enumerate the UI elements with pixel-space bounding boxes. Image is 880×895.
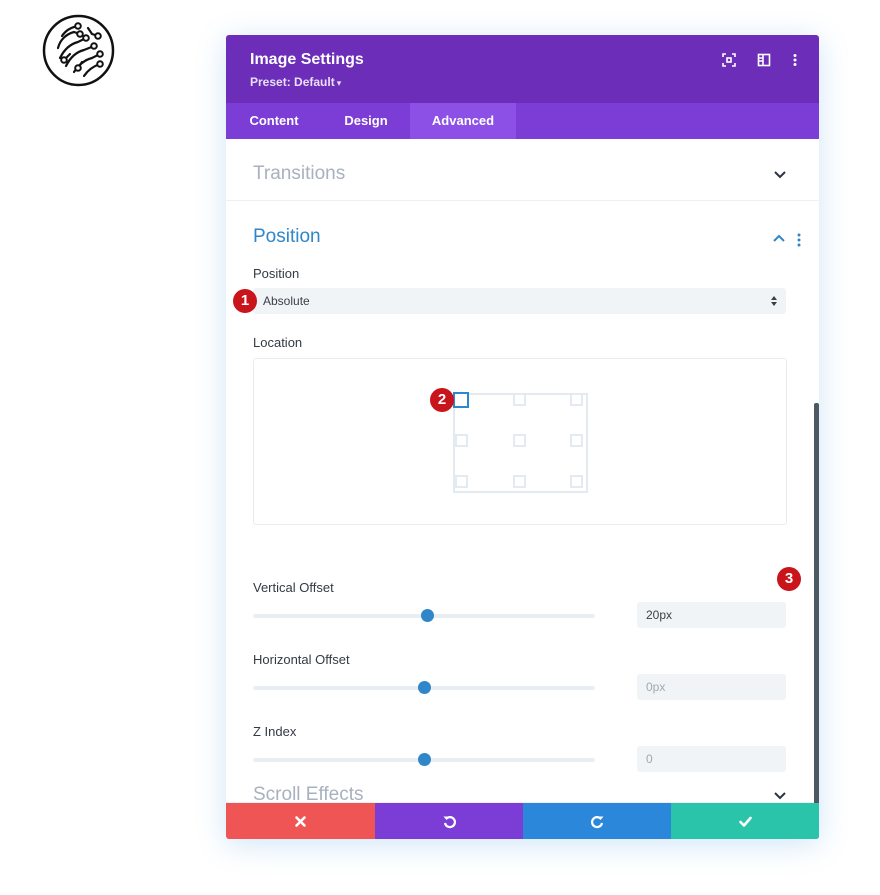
modal-footer — [226, 803, 819, 839]
fullscreen-icon[interactable] — [721, 52, 737, 68]
close-icon — [295, 815, 306, 827]
z-index-label: Z Index — [253, 724, 297, 739]
z-index-slider-thumb[interactable] — [418, 753, 431, 766]
z-index-input[interactable] — [637, 746, 786, 772]
save-button[interactable] — [671, 803, 819, 839]
location-center-left[interactable] — [455, 434, 468, 447]
section-position-title[interactable]: Position — [253, 226, 321, 248]
location-bottom-right[interactable] — [570, 475, 583, 488]
modal-title: Image Settings — [250, 51, 364, 68]
chevron-down-icon[interactable] — [773, 170, 787, 180]
vertical-offset-slider[interactable] — [253, 609, 595, 622]
settings-tabs: Content Design Advanced — [226, 103, 819, 139]
horizontal-offset-label: Horizontal Offset — [253, 652, 350, 667]
section-transitions-title[interactable]: Transitions — [253, 163, 345, 185]
undo-icon — [443, 815, 456, 828]
location-center-right[interactable] — [570, 434, 583, 447]
location-label: Location — [253, 335, 303, 350]
location-top-right[interactable] — [570, 393, 583, 406]
vertical-offset-slider-thumb[interactable] — [421, 609, 435, 622]
caret-down-icon: ▾ — [336, 78, 342, 88]
redo-icon — [590, 815, 603, 828]
vertical-offset-label: Vertical Offset — [253, 580, 334, 595]
modal-header: Image Settings Preset: Default ▾ — [226, 35, 819, 103]
annotation-badge-2: 2 — [430, 388, 454, 412]
image-settings-modal: Image Settings Preset: Default ▾ Content … — [226, 35, 819, 839]
sidebar-layout-icon[interactable] — [756, 52, 772, 68]
settings-content: Transitions Position Position Absolute L… — [226, 139, 819, 839]
location-center[interactable] — [513, 434, 526, 447]
preset-label: Preset: Default — [250, 75, 335, 89]
horizontal-offset-input[interactable] — [637, 674, 786, 700]
checkmark-icon — [738, 816, 752, 827]
chevron-up-icon[interactable] — [772, 233, 786, 243]
location-top-left[interactable] — [453, 392, 469, 408]
horizontal-offset-slider[interactable] — [253, 681, 595, 694]
location-top-center[interactable] — [513, 393, 526, 406]
z-index-slider[interactable] — [253, 753, 595, 766]
location-bottom-center[interactable] — [513, 475, 526, 488]
redo-button[interactable] — [523, 803, 671, 839]
position-label: Position — [253, 266, 300, 281]
section-divider — [226, 200, 819, 201]
annotation-badge-1: 1 — [233, 289, 257, 313]
chevron-down-icon[interactable] — [773, 791, 787, 801]
position-select-value: Absolute — [263, 294, 310, 308]
brain-circuit-logo-icon — [42, 14, 115, 87]
select-arrows-icon — [771, 296, 777, 306]
position-select[interactable]: Absolute — [253, 288, 786, 314]
tab-design[interactable]: Design — [322, 103, 410, 139]
cancel-button[interactable] — [226, 803, 375, 839]
section-options-icon[interactable] — [797, 233, 801, 247]
horizontal-offset-slider-thumb[interactable] — [418, 681, 431, 694]
location-picker — [253, 358, 787, 525]
vertical-offset-input[interactable] — [637, 602, 786, 628]
more-options-icon[interactable] — [787, 52, 803, 68]
annotation-badge-3: 3 — [777, 567, 801, 591]
content-scrollbar[interactable] — [814, 403, 819, 839]
preset-selector[interactable]: Preset: Default ▾ — [250, 75, 341, 89]
tab-advanced[interactable]: Advanced — [410, 103, 516, 139]
location-bottom-left[interactable] — [455, 475, 468, 488]
undo-button[interactable] — [375, 803, 523, 839]
tab-content[interactable]: Content — [226, 103, 322, 139]
